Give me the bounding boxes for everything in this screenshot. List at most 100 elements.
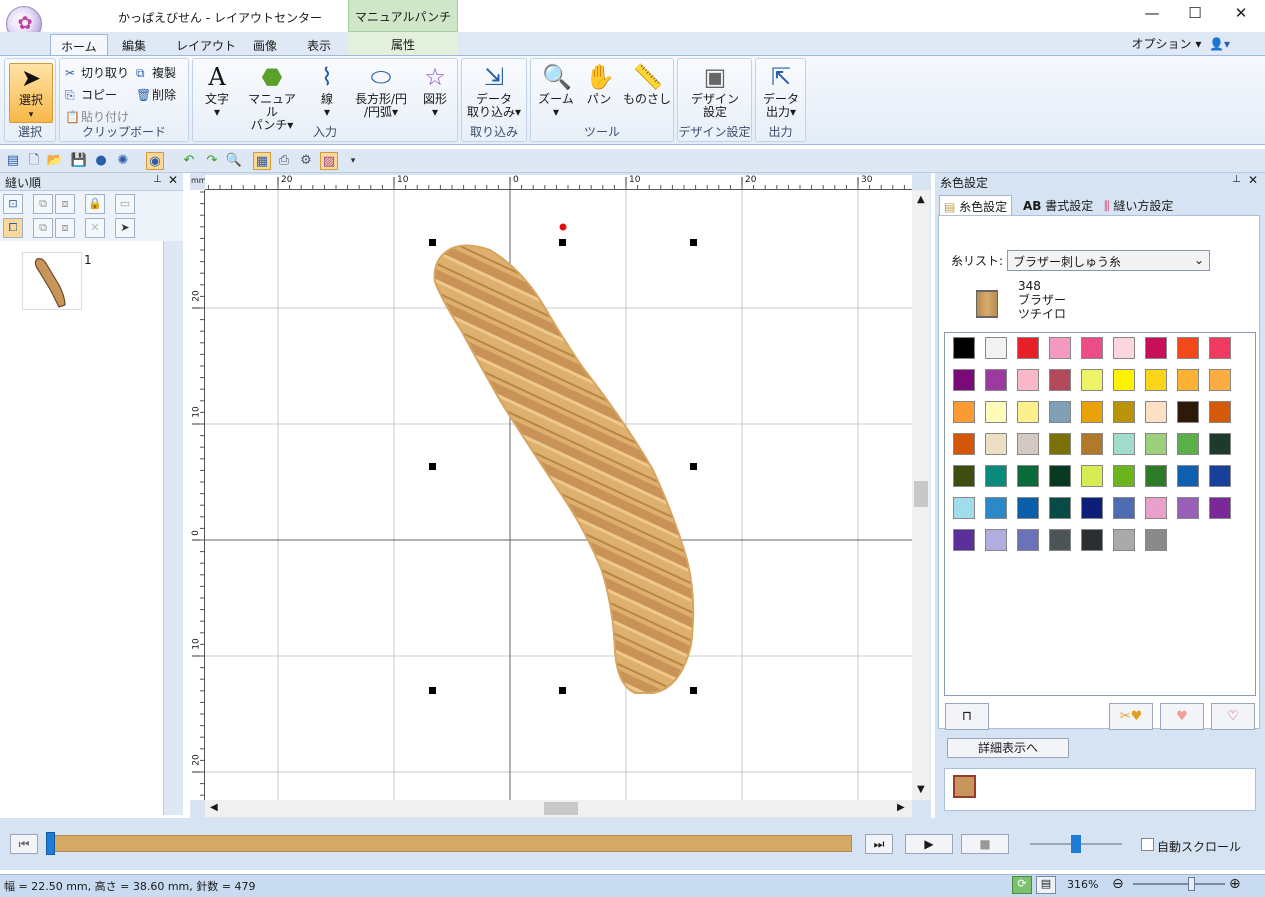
current-thread-swatch[interactable] bbox=[953, 775, 976, 798]
order-view-icon[interactable]: ⧠ bbox=[3, 218, 23, 238]
pin-icon[interactable]: ⊥ bbox=[153, 174, 162, 185]
heart-outline-button[interactable]: ♡ bbox=[1211, 703, 1255, 730]
color-swatch[interactable] bbox=[1049, 433, 1071, 455]
save-icon[interactable]: 💾 bbox=[70, 152, 88, 170]
color-swatch[interactable] bbox=[953, 465, 975, 487]
pan-button[interactable]: ✋ パン bbox=[581, 63, 617, 106]
rotate-handle[interactable] bbox=[559, 223, 567, 231]
color-swatch[interactable] bbox=[1081, 465, 1103, 487]
color-swatch[interactable] bbox=[1209, 337, 1231, 359]
pattern-icon[interactable]: ✺ bbox=[114, 152, 132, 170]
color-swatch[interactable] bbox=[1081, 497, 1103, 519]
manual-punch-button[interactable]: ⬣ マニュアル パンチ▾ bbox=[243, 63, 301, 132]
color-swatch[interactable] bbox=[1177, 465, 1199, 487]
color-swatch[interactable] bbox=[1017, 465, 1039, 487]
color-swatch[interactable] bbox=[1081, 401, 1103, 423]
tab-image[interactable]: 画像 bbox=[243, 34, 287, 56]
tab-attributes[interactable]: 属性 bbox=[348, 32, 458, 56]
color-swatch[interactable] bbox=[1209, 433, 1231, 455]
color-swatch[interactable] bbox=[1177, 497, 1199, 519]
qat-customize-icon[interactable]: ▾ bbox=[344, 152, 362, 170]
color-swatch[interactable] bbox=[1113, 529, 1135, 551]
scroll-down-icon[interactable]: ▼ bbox=[917, 784, 925, 795]
pin-icon[interactable]: ⊥ bbox=[1232, 174, 1241, 185]
color-swatch[interactable] bbox=[985, 369, 1007, 391]
play-button[interactable]: ▶ bbox=[905, 834, 953, 854]
color-swatch[interactable] bbox=[1113, 497, 1135, 519]
color-swatch[interactable] bbox=[1145, 337, 1167, 359]
color-swatch[interactable] bbox=[1049, 497, 1071, 519]
shape-button[interactable]: ☆ 図形 ▾ bbox=[417, 63, 453, 119]
tab-edit[interactable]: 編集 bbox=[112, 34, 156, 56]
color-swatch[interactable] bbox=[953, 337, 975, 359]
color-swatch[interactable] bbox=[1209, 401, 1231, 423]
thread-list-select[interactable]: ブラザー刺しゅう糸 ⌄ bbox=[1007, 250, 1210, 271]
settings-icon[interactable]: ⚙ bbox=[297, 152, 315, 170]
realistic-view-icon[interactable]: ▦ bbox=[253, 152, 271, 170]
color-swatch[interactable] bbox=[1113, 337, 1135, 359]
options-menu[interactable]: オプション ▾ 👤▾ bbox=[1132, 35, 1230, 52]
sewing-order-scrollbar[interactable] bbox=[164, 241, 183, 815]
canvas-horizontal-scrollbar[interactable]: ◀ ▶ bbox=[205, 800, 912, 817]
speed-slider-knob[interactable] bbox=[1071, 835, 1081, 853]
detail-view-button[interactable]: 詳細表示へ bbox=[947, 738, 1069, 758]
color-swatch[interactable] bbox=[985, 497, 1007, 519]
duplicate-button[interactable]: ⧉ 複製 bbox=[136, 64, 176, 81]
color-swatch[interactable] bbox=[953, 369, 975, 391]
delete-button[interactable]: 🗑削除 bbox=[136, 86, 176, 103]
group-icon[interactable]: ⧉ bbox=[33, 194, 53, 214]
color-swatch[interactable] bbox=[1113, 369, 1135, 391]
stitch-progress-knob[interactable] bbox=[46, 832, 55, 855]
v-scroll-thumb[interactable] bbox=[914, 481, 928, 507]
h-scroll-thumb[interactable] bbox=[544, 802, 578, 815]
color-swatch[interactable] bbox=[953, 529, 975, 551]
undo-icon[interactable]: ↶ bbox=[180, 152, 198, 170]
scroll-left-icon[interactable]: ◀ bbox=[210, 802, 218, 813]
color-swatch[interactable] bbox=[1145, 465, 1167, 487]
tab-layout[interactable]: レイアウト bbox=[166, 34, 246, 56]
zoom-slider-track[interactable] bbox=[1133, 883, 1225, 885]
color-swatch[interactable] bbox=[1145, 369, 1167, 391]
color-swatch[interactable] bbox=[1049, 529, 1071, 551]
fit-view-icon[interactable]: ⟳ bbox=[1012, 876, 1032, 894]
skip-end-button[interactable]: ⏭ bbox=[865, 834, 893, 854]
tab-thread-color[interactable]: ▤ 糸色設定 bbox=[939, 195, 1013, 216]
color-swatch[interactable] bbox=[985, 337, 1007, 359]
lock-icon[interactable]: 🔒 bbox=[85, 194, 105, 214]
line-button[interactable]: ⌇ 線 ▾ bbox=[309, 63, 345, 119]
ungroup-icon[interactable]: ⧈ bbox=[55, 194, 75, 214]
delete-x-icon[interactable]: ✕ bbox=[85, 218, 105, 238]
stitch-icon[interactable]: ● bbox=[92, 152, 110, 170]
cut-button[interactable]: ✂ 切り取り bbox=[65, 64, 129, 81]
hoop-select-icon[interactable]: ◉ bbox=[146, 152, 164, 170]
color-swatch[interactable] bbox=[1049, 401, 1071, 423]
tab-sewing-method[interactable]: ⫼ 縫い方設定 bbox=[1100, 195, 1177, 216]
color-swatch[interactable] bbox=[1049, 369, 1071, 391]
design-settings-button[interactable]: ▣ デザイン 設定 bbox=[684, 63, 746, 119]
color-swatch[interactable] bbox=[1017, 369, 1039, 391]
move-back-icon[interactable]: ⧈ bbox=[55, 218, 75, 238]
fit-icon[interactable]: ⊡ bbox=[3, 194, 23, 214]
color-swatch[interactable] bbox=[1145, 401, 1167, 423]
scroll-up-icon[interactable]: ▲ bbox=[917, 194, 925, 205]
minimize-button[interactable]: — bbox=[1137, 4, 1167, 26]
rectangle-circle-button[interactable]: ⬭ 長方形/円/円弧▾ bbox=[349, 63, 413, 119]
color-swatch[interactable] bbox=[1209, 497, 1231, 519]
color-swatch[interactable] bbox=[1017, 337, 1039, 359]
preview-icon[interactable]: ⎙ bbox=[275, 152, 293, 170]
color-swatch[interactable] bbox=[1017, 497, 1039, 519]
tab-home[interactable]: ホーム bbox=[50, 34, 108, 57]
color-swatch[interactable] bbox=[1177, 337, 1199, 359]
cut-heart-button[interactable]: ✂♥ bbox=[1109, 703, 1153, 730]
data-import-button[interactable]: ⇲ データ 取り込み▾ bbox=[465, 63, 523, 119]
pointer-icon[interactable]: ➤ bbox=[115, 218, 135, 238]
color-swatch[interactable] bbox=[1177, 369, 1199, 391]
zoom-button[interactable]: 🔍 ズーム ▾ bbox=[535, 63, 577, 119]
frame-icon[interactable]: ▭ bbox=[115, 194, 135, 214]
color-swatch[interactable] bbox=[985, 401, 1007, 423]
color-swatch[interactable] bbox=[985, 529, 1007, 551]
layout-view-icon[interactable]: ▤ bbox=[4, 152, 22, 170]
thread-spool-button[interactable]: ⊓ bbox=[945, 703, 989, 730]
redo-icon[interactable]: ↷ bbox=[203, 152, 221, 170]
text-button[interactable]: A 文字 ▾ bbox=[199, 63, 235, 119]
